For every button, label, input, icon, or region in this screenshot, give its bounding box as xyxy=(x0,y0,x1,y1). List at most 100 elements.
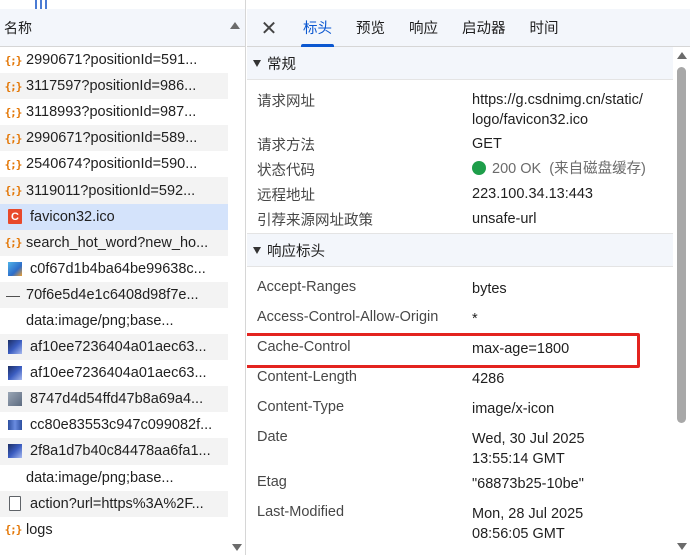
header-key: 状态代码 xyxy=(257,163,315,179)
header-key: 远程地址 xyxy=(257,188,315,204)
list-item[interactable]: action?url=https%3A%2F... xyxy=(0,490,228,517)
request-name: 70f6e5d4e1c6408d98f7e... xyxy=(26,286,199,303)
request-name: favicon32.ico xyxy=(30,208,115,225)
request-name: action?url=https%3A%2F... xyxy=(30,495,204,512)
sort-up-icon[interactable] xyxy=(230,22,240,29)
list-item[interactable]: c0f67d1b4ba64be99638c... xyxy=(0,256,228,282)
list-item[interactable]: 2f8a1d7b40c84478aa6fa1... xyxy=(0,438,228,465)
header-value: Wed, 30 Jul 2025 xyxy=(472,431,585,447)
list-item[interactable]: af10ee7236404a01aec63... xyxy=(0,334,228,361)
expand-triangle-icon[interactable] xyxy=(253,246,261,254)
request-detail-panel: ✕ 标头 预览 响应 启动器 时间 常规 请求网址 https://g.csdn… xyxy=(247,0,690,555)
detail-tabs: ✕ 标头 预览 响应 启动器 时间 xyxy=(247,9,690,47)
request-name: 2990671?positionId=589... xyxy=(26,130,198,147)
request-name: 2f8a1d7b40c84478aa6fa1... xyxy=(30,443,211,460)
tab-initiator[interactable]: 启动器 xyxy=(450,9,518,46)
header-value: image/x-icon xyxy=(472,401,555,417)
header-key: Access-Control-Allow-Origin xyxy=(257,309,439,325)
response-headers-section-header[interactable]: 响应标头 xyxy=(247,234,673,267)
header-value: 223.100.34.13:443 xyxy=(472,186,593,202)
header-value: Mon, 28 Jul 2025 xyxy=(472,506,584,522)
tab-response[interactable]: 响应 xyxy=(397,9,450,46)
status-value: 200 OK (来自磁盘缓存) xyxy=(472,159,646,179)
header-key: Date xyxy=(257,429,288,445)
list-item[interactable]: af10ee7236404a01aec63... xyxy=(0,360,228,386)
json-icon: {;} xyxy=(4,131,23,145)
document-icon xyxy=(9,496,21,512)
json-icon: {;} xyxy=(4,79,23,93)
strip-mark xyxy=(35,0,37,9)
request-name: logs xyxy=(26,521,53,538)
header-value: 08:56:05 GMT xyxy=(472,526,565,542)
json-icon: {;} xyxy=(4,53,23,67)
name-column-header[interactable]: 名称 xyxy=(0,9,245,47)
image-thumbnail-icon xyxy=(8,340,22,355)
request-name: data:image/png;base... xyxy=(26,469,174,486)
header-key: Content-Length xyxy=(257,369,357,385)
request-name: 2990671?positionId=591... xyxy=(26,52,198,69)
section-title: 响应标头 xyxy=(267,243,325,260)
header-key: 引荐来源网址政策 xyxy=(257,213,373,229)
request-name: 8747d4d54ffd47b8a69a4... xyxy=(30,391,204,408)
general-section-body: 请求网址 https://g.csdnimg.cn/static/ logo/f… xyxy=(247,80,673,233)
header-value: unsafe-url xyxy=(472,211,537,227)
header-value: logo/favicon32.ico xyxy=(472,112,589,128)
list-item[interactable]: {;} 2990671?positionId=589... xyxy=(0,125,228,152)
list-item[interactable]: {;} search_hot_word?new_ho... xyxy=(0,229,228,256)
cache-control-highlight-box xyxy=(247,333,640,368)
header-value: bytes xyxy=(472,281,507,297)
json-icon: {;} xyxy=(4,236,23,250)
list-item[interactable]: — 70f6e5d4e1c6408d98f7e... xyxy=(0,281,228,308)
tab-timing[interactable]: 时间 xyxy=(518,9,571,46)
list-item[interactable]: {;} 3117597?positionId=986... xyxy=(0,73,228,100)
image-thumbnail-icon xyxy=(8,420,22,431)
expand-triangle-icon[interactable] xyxy=(253,59,261,67)
scroll-down-icon[interactable] xyxy=(677,543,687,550)
tab-headers[interactable]: 标头 xyxy=(291,9,344,47)
header-key: Etag xyxy=(257,474,287,490)
list-item[interactable]: {;} 3119011?positionId=592... xyxy=(0,177,228,204)
json-icon: {;} xyxy=(4,184,23,198)
list-item[interactable]: cc80e83553c947c099082f... xyxy=(0,412,228,438)
scroll-down-icon[interactable] xyxy=(232,544,242,551)
json-icon: {;} xyxy=(4,523,23,537)
request-name: c0f67d1b4ba64be99638c... xyxy=(30,260,206,277)
request-name: 3119011?positionId=592... xyxy=(26,182,196,199)
header-value: https://g.csdnimg.cn/static/ xyxy=(472,92,643,108)
request-name: af10ee7236404a01aec63... xyxy=(30,339,207,356)
dash-icon: — xyxy=(6,286,20,303)
header-value: 13:55:14 GMT xyxy=(472,451,565,467)
image-thumbnail-icon xyxy=(8,444,22,459)
list-item[interactable]: Cfavicon32.ico xyxy=(0,203,228,230)
detail-scrollbar[interactable] xyxy=(673,47,690,555)
request-name: cc80e83553c947c099082f... xyxy=(30,417,213,434)
close-icon[interactable]: ✕ xyxy=(247,9,291,46)
image-thumbnail-icon xyxy=(8,261,22,276)
request-name: 2540674?positionId=590... xyxy=(26,156,198,173)
general-section-header[interactable]: 常规 xyxy=(247,47,673,80)
request-name: 3117597?positionId=986... xyxy=(26,78,197,95)
request-name: search_hot_word?new_ho... xyxy=(26,234,209,251)
list-scrollbar[interactable] xyxy=(231,47,244,555)
list-item[interactable]: {;} 2540674?positionId=590... xyxy=(0,151,228,177)
image-thumbnail-icon xyxy=(8,392,22,407)
header-value: GET xyxy=(472,136,502,152)
response-headers-body: Accept-Ranges bytes Access-Control-Allow… xyxy=(247,267,673,555)
status-code: 200 OK xyxy=(492,161,542,177)
strip-mark xyxy=(40,0,42,9)
list-item[interactable]: 8747d4d54ffd47b8a69a4... xyxy=(0,386,228,413)
request-list-panel: 名称 {;} 2990671?positionId=591... {;} 311759… xyxy=(0,0,246,555)
list-item[interactable]: {;} 2990671?positionId=591... xyxy=(0,47,228,73)
list-item[interactable]: {;} 3118993?positionId=987... xyxy=(0,99,228,125)
request-list: {;} 2990671?positionId=591... {;} 3117597?p… xyxy=(0,47,228,543)
list-item[interactable]: data:image/png;base... xyxy=(0,308,228,334)
list-item[interactable]: {;} logs xyxy=(0,517,228,543)
tab-preview[interactable]: 预览 xyxy=(344,9,397,46)
request-name: 3118993?positionId=987... xyxy=(26,104,197,121)
header-key: Accept-Ranges xyxy=(257,279,357,295)
scroll-thumb[interactable] xyxy=(677,67,686,423)
json-icon: {;} xyxy=(4,157,23,171)
list-item[interactable]: data:image/png;base... xyxy=(0,465,228,491)
scroll-up-icon[interactable] xyxy=(677,52,687,59)
status-ok-icon xyxy=(472,161,486,175)
